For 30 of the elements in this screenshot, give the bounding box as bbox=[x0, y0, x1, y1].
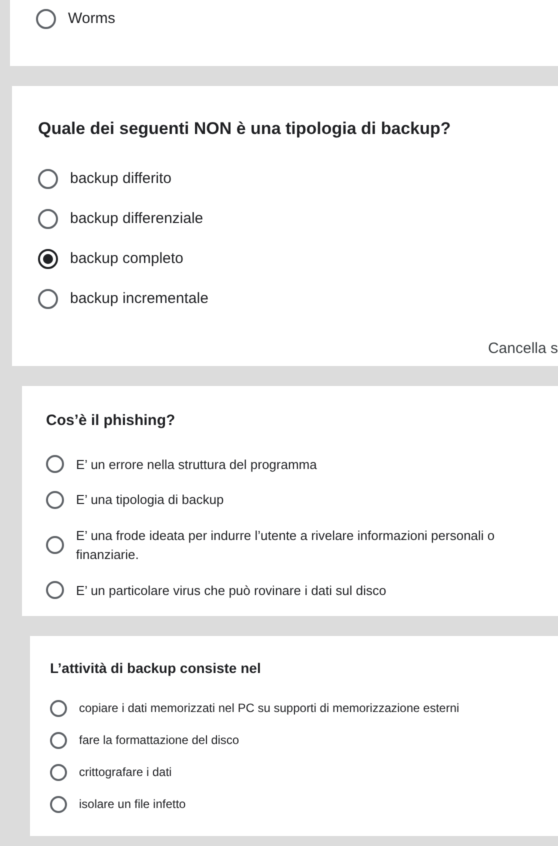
radio-button[interactable] bbox=[46, 490, 64, 509]
question-title: L’attività di backup consiste nel bbox=[50, 659, 262, 678]
radio-button[interactable] bbox=[36, 9, 56, 29]
option-label: copiare i dati memorizzati nel PC su supporti di memorizzazione esterni bbox=[79, 700, 460, 717]
radio-button[interactable] bbox=[38, 288, 58, 308]
option-label: E’ un errore nella struttura del programma bbox=[76, 456, 317, 474]
radio-button[interactable] bbox=[38, 248, 58, 268]
radio-button[interactable] bbox=[46, 581, 64, 600]
option-label: backup differenziale bbox=[70, 208, 204, 228]
option-label: isolare un file infetto bbox=[79, 796, 186, 813]
option-label: E’ una tipologia di backup bbox=[76, 491, 224, 509]
radio-button[interactable] bbox=[50, 700, 67, 716]
option-label: crittografare i dati bbox=[79, 764, 172, 781]
option-label: backup completo bbox=[70, 248, 184, 268]
option-label: E’ un particolare virus che può rovinare i dati sul disco bbox=[76, 582, 386, 600]
clear-selection-link[interactable]: Cancella s bbox=[488, 338, 558, 360]
radio-button[interactable] bbox=[46, 455, 64, 474]
radio-button[interactable] bbox=[50, 796, 67, 812]
radio-button[interactable] bbox=[46, 536, 64, 554]
option-label: Worms bbox=[68, 9, 116, 29]
question-title: Cos’è il phishing? bbox=[46, 411, 176, 431]
option-label: E’ una frode ideata per indurre l’utente a rivelare informazioni personali o finanziarie. bbox=[76, 526, 496, 564]
radio-button[interactable] bbox=[38, 208, 58, 228]
option-label: backup incrementale bbox=[70, 288, 208, 308]
radio-button[interactable] bbox=[50, 732, 67, 748]
question-title: Quale dei seguenti NON è una tipologia di backup? bbox=[38, 118, 452, 140]
option-label: fare la formattazione del disco bbox=[79, 732, 240, 749]
option-label: backup differito bbox=[70, 168, 172, 188]
radio-button[interactable] bbox=[38, 168, 58, 188]
radio-button[interactable] bbox=[50, 764, 67, 780]
